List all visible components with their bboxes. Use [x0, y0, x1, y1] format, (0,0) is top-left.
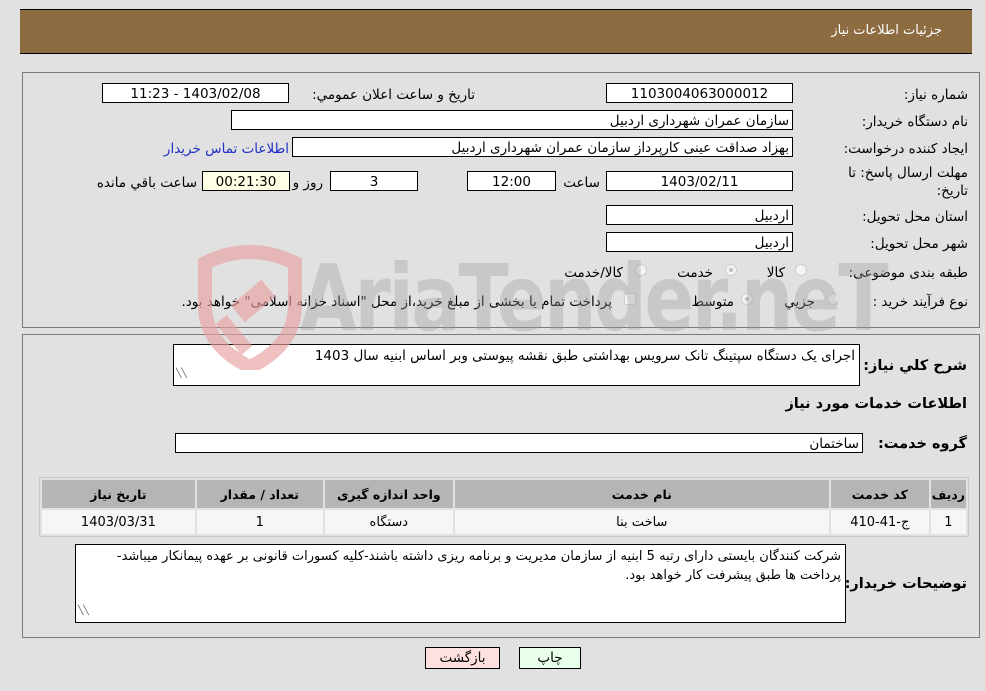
- process-radio-medium[interactable]: [741, 293, 753, 305]
- process-option-minor: جزيي: [784, 294, 815, 310]
- col-quantity: تعداد / مقدار: [196, 480, 323, 508]
- print-button[interactable]: چاپ: [519, 647, 581, 669]
- remaining-time-label: ساعت باقي مانده: [96, 175, 197, 191]
- resize-grip-icon[interactable]: ╲╲: [78, 602, 89, 621]
- services-table: ردیف کد خدمت نام خدمت واحد اندازه گیری ت…: [39, 477, 969, 537]
- category-option-goods-service: کالا/خدمت: [564, 265, 623, 281]
- announce-datetime-field[interactable]: 1403/02/08 - 11:23: [102, 83, 289, 103]
- cell-service-name: ساخت بنا: [454, 510, 829, 534]
- col-unit: واحد اندازه گیری: [324, 480, 453, 508]
- buyer-notes-text: شرکت کنندگان بایستی دارای رتبه 5 ابنیه ا…: [116, 549, 841, 583]
- table-row: 1 ج-41-410 ساخت بنا دستگاه 1 1403/03/31: [42, 510, 966, 534]
- need-number-label: شماره نیاز:: [903, 87, 968, 103]
- buyer-contact-link[interactable]: اطلاعات تماس خریدار: [164, 141, 289, 157]
- cell-row-number: 1: [930, 510, 966, 534]
- days-label: روز و: [292, 175, 323, 191]
- resize-grip-icon[interactable]: ╲╲: [176, 365, 187, 384]
- province-label: استان محل تحویل:: [862, 209, 968, 225]
- category-label: طبقه بندی موضوعی:: [848, 265, 968, 281]
- deadline-time-label: ساعت: [563, 175, 600, 191]
- treasury-checkbox-label: پرداخت تمام یا بخشی از مبلغ خرید،از محل …: [181, 294, 612, 310]
- city-field[interactable]: اردبیل: [606, 232, 793, 252]
- need-description-label: شرح کلي نياز:: [863, 358, 967, 374]
- cell-service-code: ج-41-410: [830, 510, 929, 534]
- col-need-date: تاریخ نیاز: [42, 480, 195, 508]
- need-description-text: اجرای یک دستگاه سپتینگ تانک سرویس بهداشت…: [314, 348, 855, 364]
- category-option-service: خدمت: [677, 265, 713, 281]
- service-group-field[interactable]: ساختمان: [175, 433, 863, 453]
- buyer-notes-textarea[interactable]: شرکت کنندگان بایستی دارای رتبه 5 ابنیه ا…: [75, 544, 846, 623]
- page-title: جزئیات اطلاعات نیاز: [831, 23, 942, 38]
- category-radio-service[interactable]: [725, 264, 737, 276]
- col-service-code: کد خدمت: [830, 480, 929, 508]
- col-row-number: ردیف: [930, 480, 966, 508]
- cell-unit: دستگاه: [324, 510, 453, 534]
- buyer-org-label: نام دستگاه خريدار:: [861, 114, 968, 130]
- requester-field[interactable]: بهزاد صداقت عینی کارپرداز سازمان عمران ش…: [292, 137, 793, 157]
- need-description-textarea[interactable]: اجرای یک دستگاه سپتینگ تانک سرویس بهداشت…: [173, 344, 860, 386]
- process-radio-minor[interactable]: [827, 293, 839, 305]
- requester-label: ایجاد کننده درخواست:: [843, 141, 968, 157]
- cell-need-date: 1403/03/31: [42, 510, 195, 534]
- deadline-label-line2: تاریخ:: [936, 183, 968, 199]
- remaining-time-field[interactable]: 00:21:30: [202, 171, 290, 191]
- announce-datetime-label: تاریخ و ساعت اعلان عمومي:: [312, 87, 475, 103]
- service-group-label: گروه خدمت:: [877, 436, 967, 452]
- process-option-medium: متوسط: [691, 294, 734, 310]
- buyer-notes-label: توضیحات خریدار:: [844, 576, 967, 592]
- days-remaining-field[interactable]: 3: [330, 171, 418, 191]
- page-header: جزئیات اطلاعات نیاز: [20, 9, 972, 54]
- services-heading: اطلاعات خدمات مورد نياز: [785, 396, 967, 412]
- deadline-time-field[interactable]: 12:00: [467, 171, 556, 191]
- category-radio-goods-service[interactable]: [635, 264, 647, 276]
- treasury-checkbox[interactable]: [624, 293, 636, 305]
- buyer-org-field[interactable]: سازمان عمران شهرداری اردبیل: [231, 110, 793, 130]
- category-radio-goods[interactable]: [795, 264, 807, 276]
- category-option-goods: کالا: [766, 265, 785, 281]
- table-header-row: ردیف کد خدمت نام خدمت واحد اندازه گیری ت…: [42, 480, 966, 508]
- purchase-process-label: نوع فرآیند خرید :: [872, 294, 968, 310]
- col-service-name: نام خدمت: [454, 480, 829, 508]
- cell-quantity: 1: [196, 510, 323, 534]
- province-field[interactable]: اردبیل: [606, 205, 793, 225]
- need-number-field[interactable]: 1103004063000012: [606, 83, 793, 103]
- city-label: شهر محل تحویل:: [870, 236, 968, 252]
- deadline-label-line1: مهلت ارسال پاسخ: تا: [848, 165, 968, 181]
- deadline-date-field[interactable]: 1403/02/11: [606, 171, 793, 191]
- back-button[interactable]: بازگشت: [425, 647, 500, 669]
